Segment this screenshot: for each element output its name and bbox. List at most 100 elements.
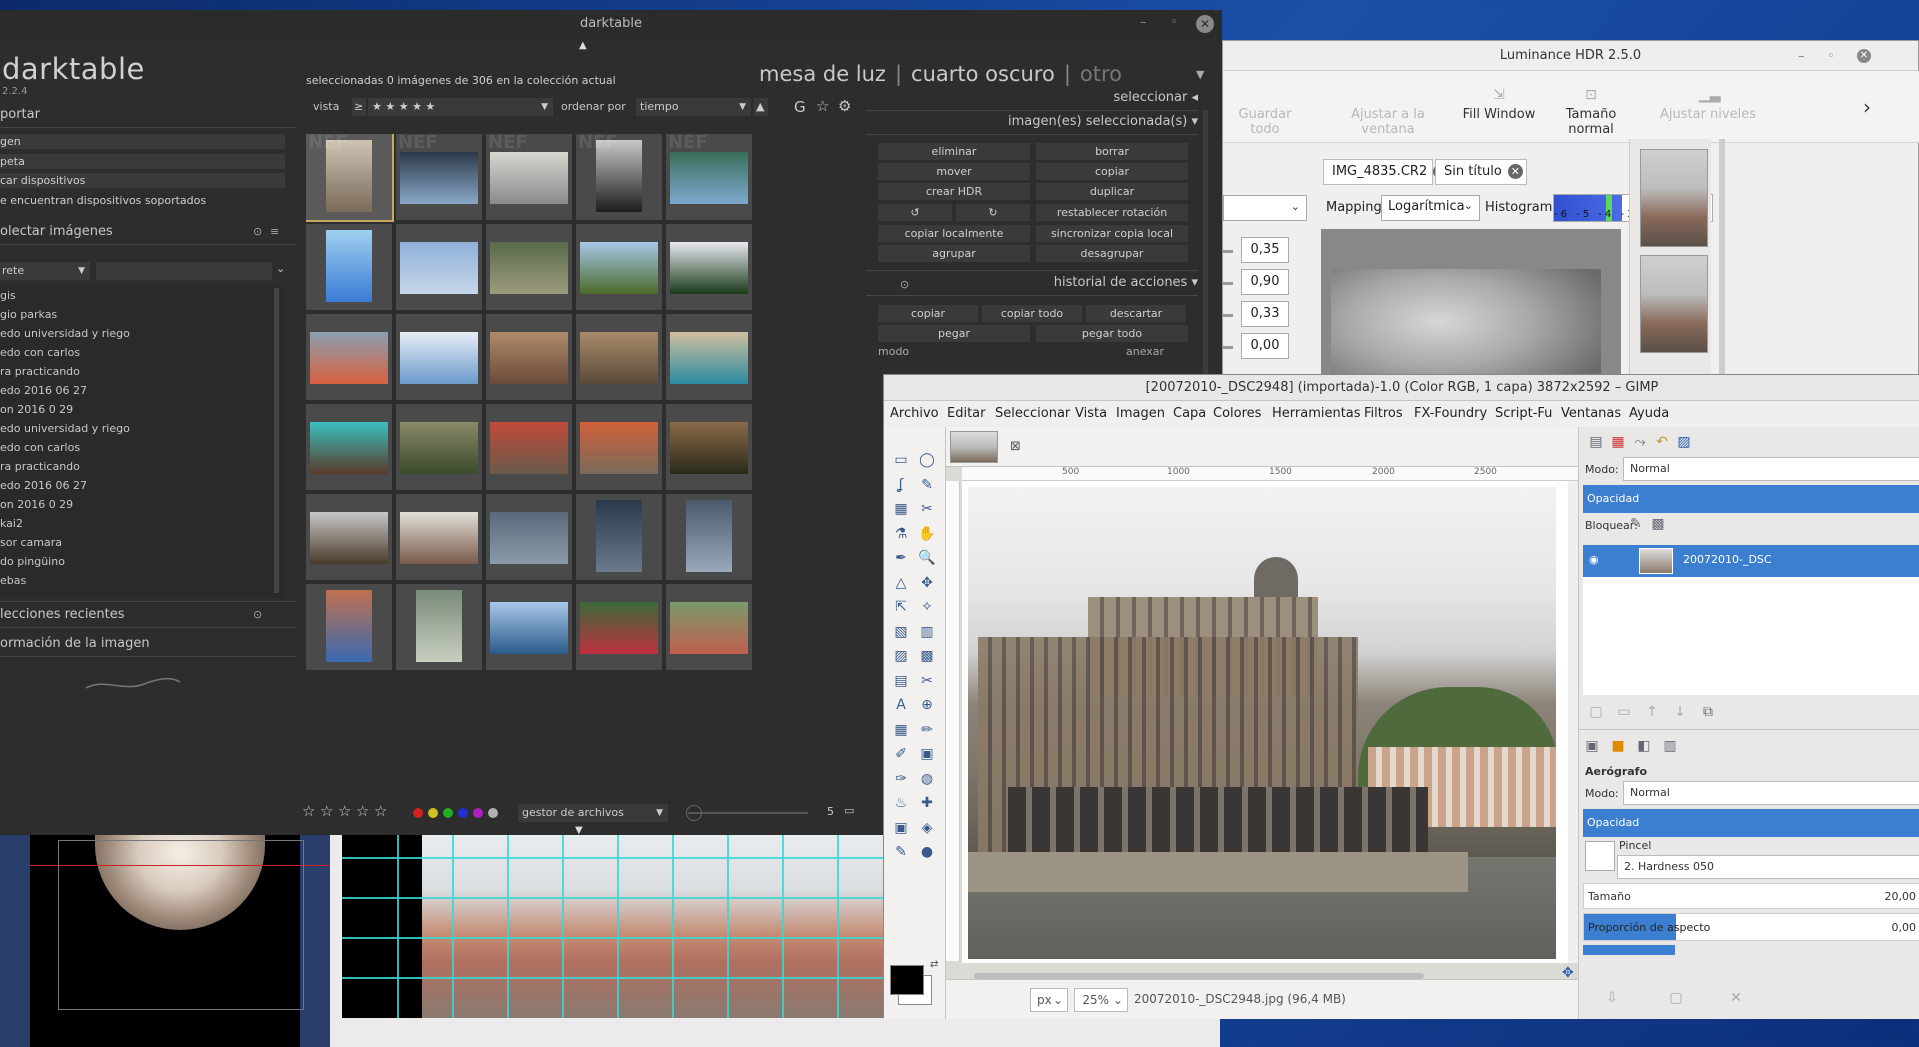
- save-options-icon[interactable]: ⇩: [1603, 989, 1621, 1007]
- tab-img4835[interactable]: IMG_4835.CR2✕: [1323, 159, 1449, 185]
- value-field[interactable]: 0,90: [1241, 269, 1289, 295]
- image-tab-thumbnail[interactable]: [950, 431, 998, 463]
- history-discard-button[interactable]: descartar: [1086, 305, 1186, 322]
- group-button[interactable]: agrupar: [878, 245, 1030, 262]
- tool-icon[interactable]: ●: [918, 843, 936, 861]
- list-item[interactable]: do pingüino: [0, 552, 130, 571]
- history-header[interactable]: historial de acciones ▾: [1054, 275, 1198, 290]
- layer-row[interactable]: ◉ 20072010-_DSC: [1583, 545, 1919, 577]
- maximize-icon[interactable]: ◦: [1827, 49, 1835, 64]
- reset-icon[interactable]: ⊙: [900, 278, 909, 291]
- tool-icon[interactable]: ♨: [892, 794, 910, 812]
- tool-icon[interactable]: ✎: [892, 843, 910, 861]
- foreground-color[interactable]: [890, 965, 924, 995]
- layer-opacity-slider[interactable]: Opacidad: [1583, 485, 1919, 513]
- thumbnail[interactable]: [576, 584, 662, 670]
- thumbnail[interactable]: [666, 314, 752, 400]
- thumbnail[interactable]: [396, 584, 482, 670]
- patterns-tab-icon[interactable]: ■: [1609, 737, 1627, 755]
- tool-icon[interactable]: ▧: [892, 623, 910, 641]
- slider[interactable]: [1223, 346, 1233, 349]
- recent-collections-header[interactable]: lecciones recientes: [0, 607, 125, 622]
- lower-layer-icon[interactable]: ↓: [1671, 703, 1689, 721]
- tool-icon[interactable]: ▩: [918, 647, 936, 665]
- close-tab-icon[interactable]: ✕: [1507, 164, 1523, 179]
- thumbnail[interactable]: [666, 584, 752, 670]
- menu-help[interactable]: Ayuda: [1629, 406, 1669, 421]
- tool-icon[interactable]: ▦: [892, 500, 910, 518]
- aspect-slider[interactable]: Proporción de aspecto 0,00: [1583, 913, 1919, 941]
- tool-icon[interactable]: ▦: [892, 721, 910, 739]
- menu-edit[interactable]: Editar: [947, 406, 986, 421]
- adjust-levels-button[interactable]: ▁▃ Ajustar niveles: [1653, 87, 1763, 122]
- tool-icon[interactable]: ▭: [892, 451, 910, 469]
- zoom-slider-handle[interactable]: [686, 805, 702, 821]
- menu-fx-foundry[interactable]: FX-Foundry: [1414, 406, 1487, 421]
- list-item[interactable]: gio parkas: [0, 305, 130, 324]
- tool-icon[interactable]: ✂: [918, 500, 936, 518]
- thumbnail[interactable]: [396, 494, 482, 580]
- color-label-grey[interactable]: [488, 808, 498, 818]
- thumbnail[interactable]: [486, 584, 572, 670]
- paths-tab-icon[interactable]: ⤳: [1631, 433, 1649, 451]
- thumbnail[interactable]: [576, 404, 662, 490]
- tool-icon[interactable]: △: [892, 574, 910, 592]
- vertical-scrollbar[interactable]: [1568, 481, 1578, 963]
- menu-colors[interactable]: Colores: [1213, 406, 1261, 421]
- tool-icon[interactable]: ⊕: [918, 696, 936, 714]
- tool-icon[interactable]: ⚗: [892, 525, 910, 543]
- hdr-thumbnail[interactable]: [1640, 149, 1708, 247]
- tool-icon[interactable]: ▥: [918, 623, 936, 641]
- tool-icon[interactable]: ✒: [892, 549, 910, 567]
- menu-select[interactable]: Seleccionar: [995, 406, 1070, 421]
- menu-image[interactable]: Imagen: [1116, 406, 1165, 421]
- list-item[interactable]: ra practicando: [0, 362, 130, 381]
- duplicate-layer-icon[interactable]: ⧉: [1699, 703, 1717, 721]
- thumbnail[interactable]: [486, 314, 572, 400]
- list-item[interactable]: ebas: [0, 571, 130, 590]
- thumbnail[interactable]: NEF: [666, 134, 752, 220]
- thumbnail[interactable]: [486, 404, 572, 490]
- scrollbar[interactable]: [274, 288, 279, 593]
- mode-value[interactable]: anexar: [1126, 345, 1164, 358]
- list-item[interactable]: edo 2016 06 27: [0, 476, 130, 495]
- tool-icon[interactable]: ✚: [918, 794, 936, 812]
- layer-mode-select[interactable]: Normal: [1623, 457, 1919, 481]
- slider[interactable]: [1223, 314, 1233, 317]
- star-icon[interactable]: ☆: [374, 804, 387, 819]
- star-overlay-icon[interactable]: ☆: [816, 97, 829, 115]
- close-icon[interactable]: ✕: [1196, 15, 1214, 33]
- selected-images-header[interactable]: imagen(es) seleccionada(s) ▾: [1008, 114, 1198, 129]
- thumbnail[interactable]: [576, 494, 662, 580]
- slider[interactable]: [1223, 282, 1233, 285]
- rotate-ccw-button[interactable]: ↺: [878, 204, 952, 221]
- menu-layer[interactable]: Capa: [1173, 406, 1206, 421]
- channels-tab-icon[interactable]: ▦: [1609, 433, 1627, 451]
- thumbnail[interactable]: NEF: [576, 134, 662, 220]
- list-item[interactable]: gis: [0, 286, 130, 305]
- lock-pixels-icon[interactable]: ✎: [1627, 515, 1645, 533]
- sync-local-copy-button[interactable]: sincronizar copia local: [1036, 225, 1188, 242]
- select-module-header[interactable]: seleccionar ◂: [1114, 90, 1198, 105]
- list-item[interactable]: on 2016 0 29: [0, 400, 130, 419]
- tool-icon[interactable]: ⇱: [892, 598, 910, 616]
- menu-tools[interactable]: Herramientas: [1272, 406, 1361, 421]
- tool-icon[interactable]: A: [892, 696, 910, 714]
- size-slider[interactable]: Tamaño 20,00: [1583, 883, 1919, 909]
- import-item[interactable]: peta: [0, 154, 285, 169]
- tool-icon[interactable]: ✎: [918, 476, 936, 494]
- raise-layer-icon[interactable]: ↑: [1643, 703, 1661, 721]
- zoom-select[interactable]: 25% ⌄: [1074, 988, 1128, 1012]
- collect-property-select[interactable]: rete ▼: [0, 262, 90, 280]
- chevron-right-icon[interactable]: ›: [1863, 95, 1871, 119]
- visibility-eye-icon[interactable]: ◉: [1589, 553, 1599, 566]
- thumbnail[interactable]: [666, 494, 752, 580]
- reset-icon[interactable]: ⊙: [253, 225, 262, 238]
- new-layer-icon[interactable]: ▢: [1587, 703, 1605, 721]
- list-item[interactable]: edo con carlos: [0, 438, 130, 457]
- star-icon[interactable]: ☆: [356, 804, 369, 819]
- delete-options-icon[interactable]: ✕: [1727, 989, 1745, 1007]
- history-paste-all-button[interactable]: pegar todo: [1036, 325, 1188, 342]
- tool-icon[interactable]: 🔍: [918, 549, 936, 567]
- chevron-down-icon[interactable]: ▼: [1196, 68, 1204, 81]
